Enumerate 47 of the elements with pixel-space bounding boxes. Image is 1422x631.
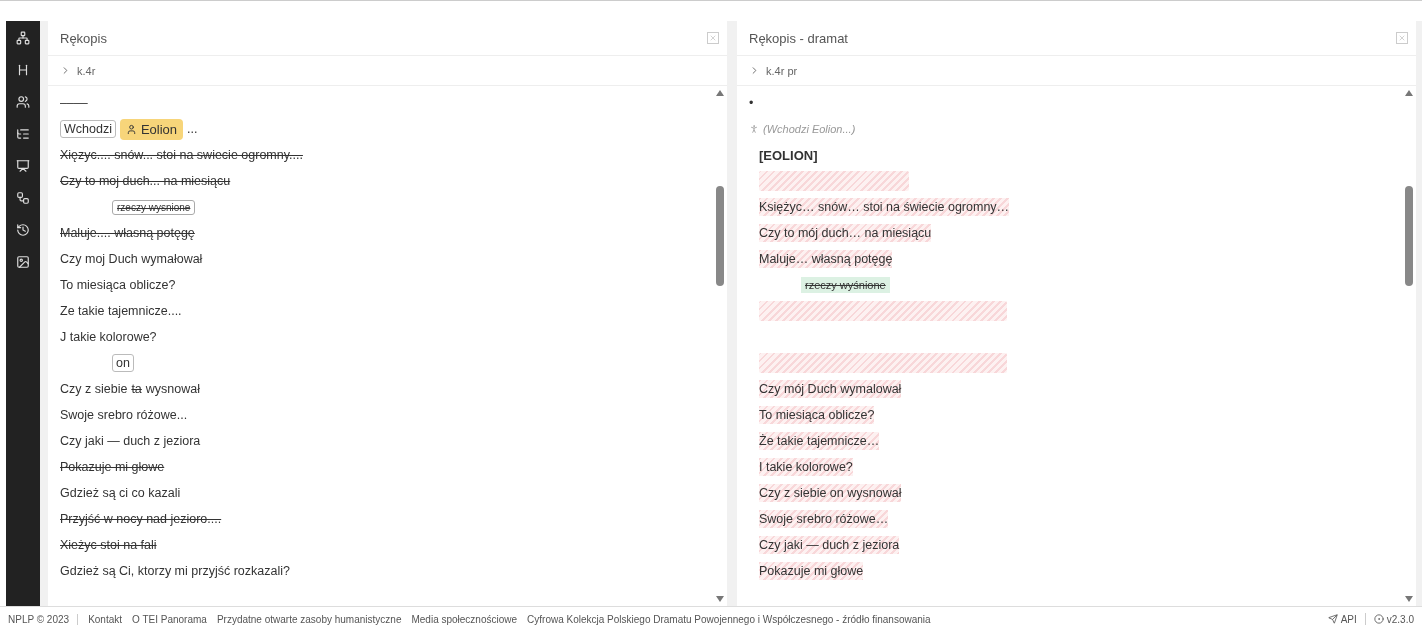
manuscript-text: Gdzież są ci co kazali (60, 486, 181, 500)
deleted-text: Przyjść w nocy nad jezioro.... (60, 512, 222, 526)
manuscript-text: To miesiąca oblicze? (60, 278, 176, 292)
stage-direction: (Wchodzi Eolion...) (749, 123, 856, 135)
manuscript-text: Czy moj Duch wymałował (60, 252, 203, 266)
footer-link[interactable]: Kontakt (88, 613, 123, 625)
manuscript-text: J takie kolorowe? (60, 330, 157, 344)
added-deleted-text: rzeczy wyśnione (801, 277, 890, 293)
footer-link[interactable]: Przydatne otwarte zasoby humanistyczne (216, 613, 402, 625)
send-icon (1327, 614, 1338, 624)
tagged-text: Wchodzi (60, 120, 116, 138)
manuscript-text: Czy z siebie (60, 382, 128, 396)
deleted-text: Maluje.... własną potęgę (60, 226, 195, 240)
figure-icon (749, 124, 759, 134)
copyright-text: NPLP © 2023 (8, 613, 79, 625)
manuscript-text: Gdzież są Ci, ktorzy mi przyjść rozkazali? (60, 564, 290, 578)
deleted-text: Xieżyc stoi na fali (60, 538, 157, 552)
manuscript-text: • (749, 96, 754, 110)
presentation-icon[interactable] (14, 157, 32, 175)
manuscript-text: Czy jaki — duch z jeziora (60, 434, 201, 448)
panel-title: Rękopis - dramat (749, 30, 848, 46)
manuscript-text: Swoje srebro różowe... (60, 408, 188, 422)
person-tag[interactable]: Eolion (119, 118, 184, 140)
footer-link[interactable]: Cyfrowa Kolekcja Polskiego Dramatu Powojennego i Współczesnego - źródło finansowania (527, 613, 931, 625)
circle-dot-icon (1373, 614, 1384, 624)
manuscript-text: Ze takie tajemnicze.... (60, 304, 182, 318)
layout-icon[interactable] (14, 189, 32, 207)
added-text: rzeczy wysnione (112, 199, 196, 215)
api-link[interactable]: API (1327, 613, 1357, 625)
manuscript-text: –––– (60, 96, 88, 110)
footer-link[interactable]: O TEI Panorama (132, 613, 207, 625)
panel-title: Rękopis (60, 30, 107, 46)
users-icon[interactable] (14, 93, 32, 111)
footer-link[interactable]: Media społecznościowe (411, 613, 518, 625)
version-link[interactable]: v2.3.0 (1373, 613, 1414, 625)
deleted-text: ta (131, 382, 142, 396)
deleted-text: Pokazuje mi głowe (60, 460, 165, 474)
network-icon[interactable] (14, 29, 32, 47)
tagged-text: on (112, 354, 134, 372)
manuscript-text: ... (187, 122, 198, 136)
person-icon (125, 123, 137, 135)
history-icon[interactable] (14, 221, 32, 239)
manuscript-text: wysnował (145, 382, 200, 396)
image-icon[interactable] (14, 253, 32, 271)
speaker-label: [EOLION] (759, 147, 818, 163)
deleted-text: Czy to moj duch... na miesiącu (60, 174, 231, 188)
deleted-text: Xięzyc.... snów... stoi na swiecie ogromny.... (60, 148, 303, 162)
